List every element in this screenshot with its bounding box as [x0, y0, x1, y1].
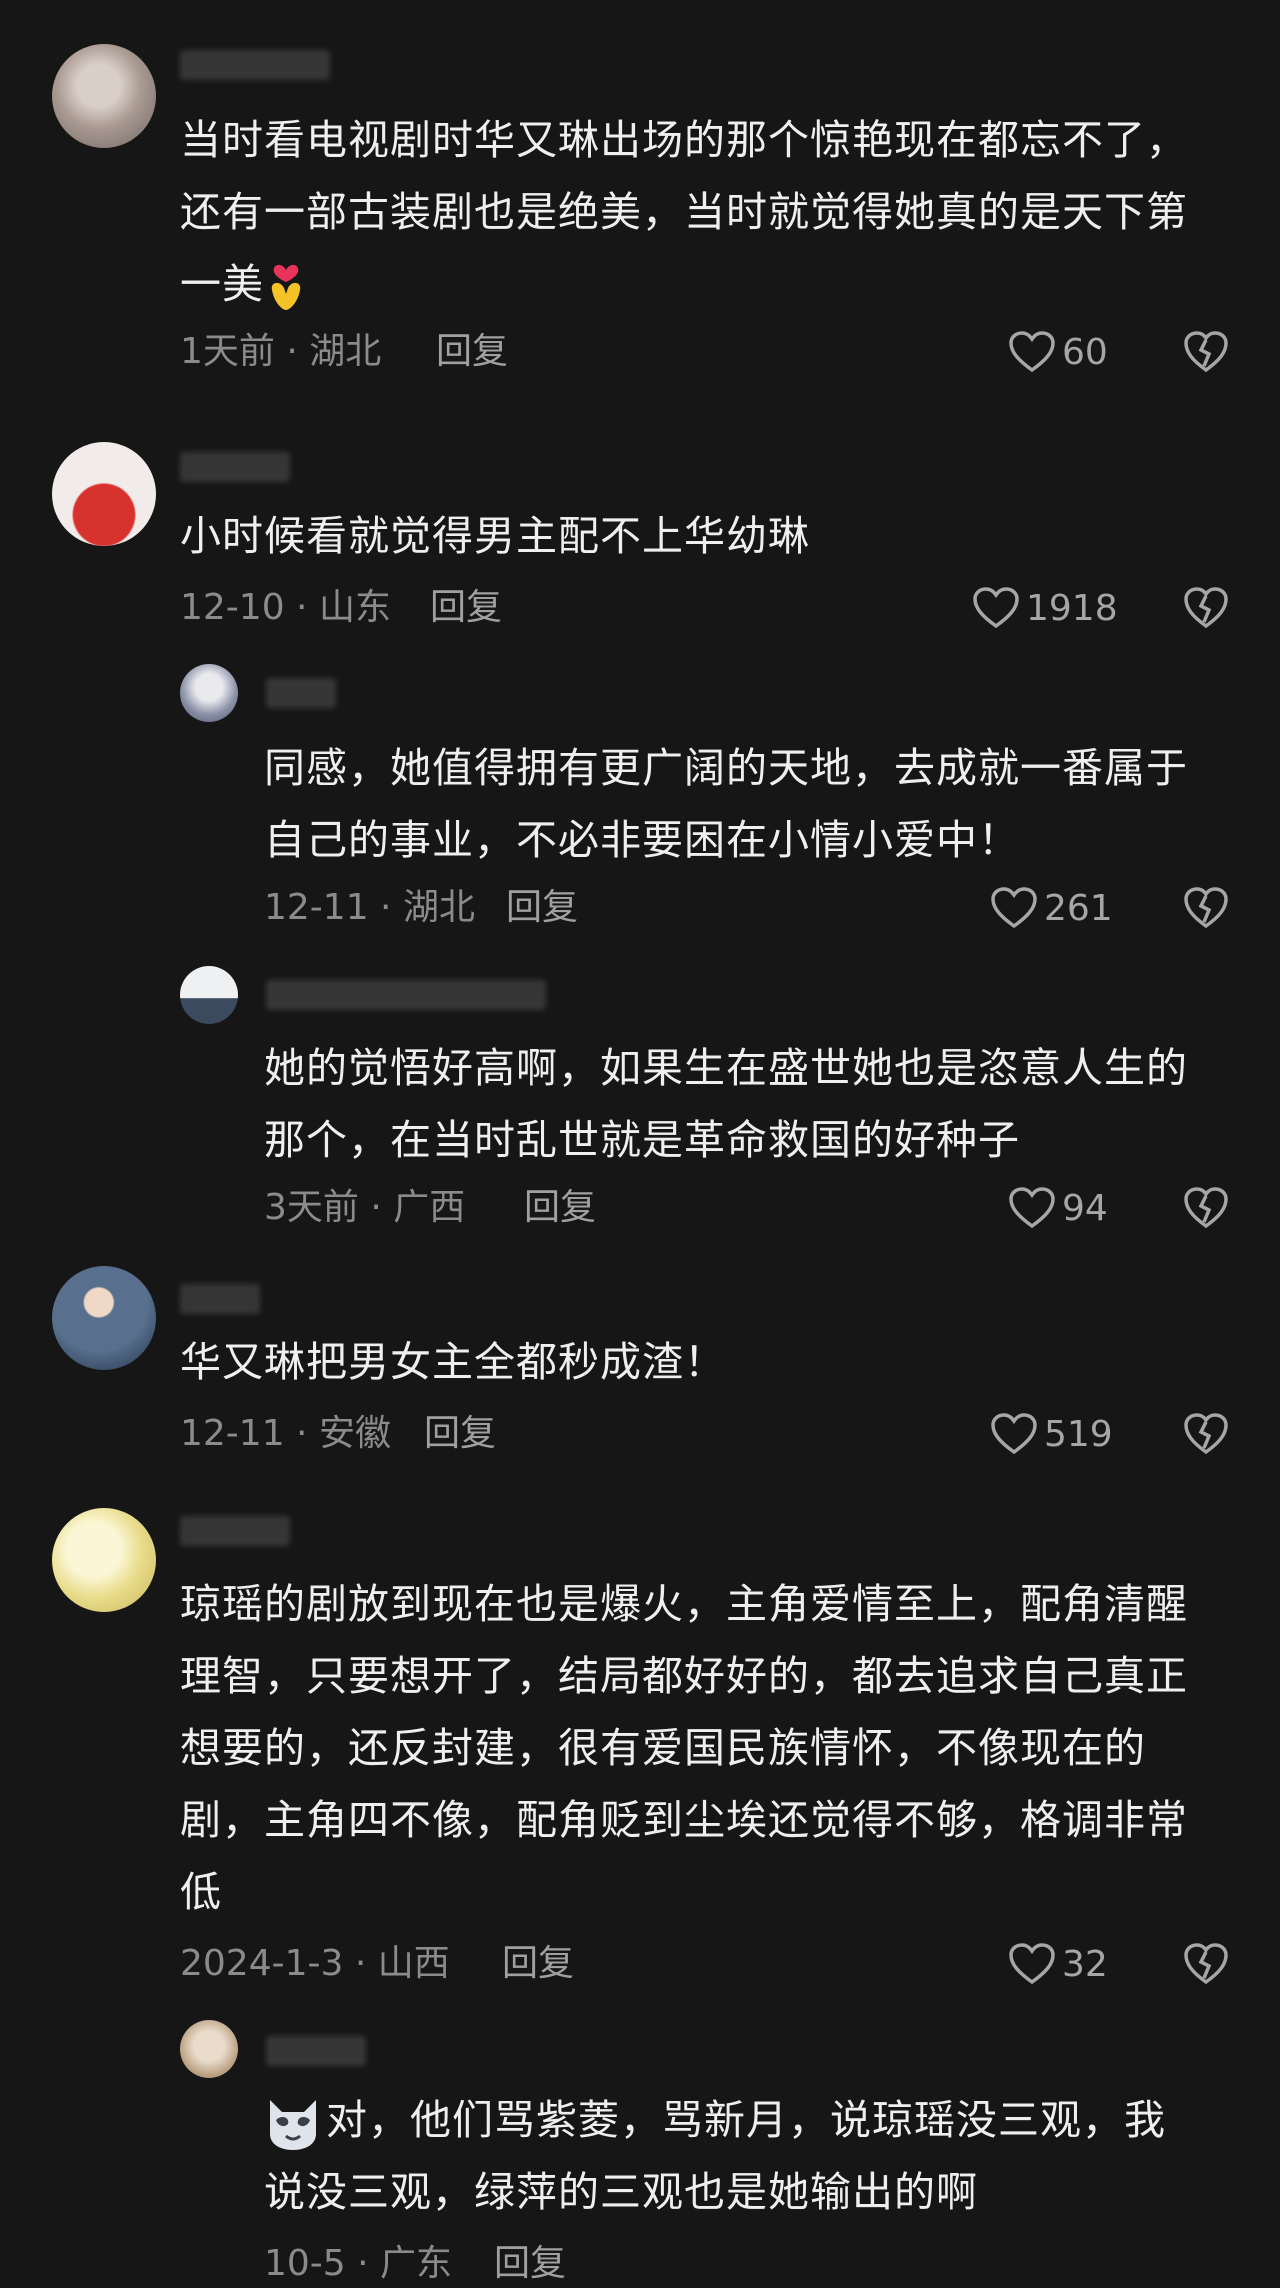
heart-icon: [1009, 331, 1055, 373]
avatar[interactable]: [180, 966, 238, 1024]
heart-icon: [1009, 1187, 1055, 1229]
dislike-icon[interactable]: [1182, 1940, 1230, 1988]
comment-text: 同感，她值得拥有更广阔的天地，去成就一番属于 自己的事业，不必非要困在小情小爱中…: [264, 744, 1188, 864]
comment-text: 当时看电视剧时华又琳出场的那个惊艳现在都忘不了， 还有一部古装剧也是绝美，当时就…: [180, 104, 1188, 320]
username[interactable]: [266, 2036, 366, 2066]
like-count: 1918: [1026, 587, 1118, 629]
dislike-icon[interactable]: [1182, 1184, 1230, 1232]
heart-icon: [991, 1413, 1037, 1455]
dislike-icon[interactable]: [1182, 328, 1230, 376]
username[interactable]: [180, 1284, 260, 1314]
username[interactable]: [266, 980, 546, 1010]
username[interactable]: [180, 1516, 290, 1546]
reply-button[interactable]: 回复: [436, 328, 508, 376]
comment-text: 她的觉悟好高啊，如果生在盛世她也是恣意人生的 那个，在当时乱世就是革命救国的好种…: [264, 1044, 1188, 1164]
comment-text: 对，他们骂紫菱，骂新月，说琼瑶没三观，我 说没三观，绿萍的三观也是她输出的啊: [264, 2096, 1166, 2216]
heart-icon: [1009, 1943, 1055, 1985]
avatar[interactable]: [52, 1266, 156, 1370]
reply-button[interactable]: 回复: [424, 1410, 496, 1458]
cat-emoji-icon: [270, 2100, 316, 2150]
heart-icon: [973, 587, 1019, 629]
avatar[interactable]: [180, 664, 238, 722]
avatar[interactable]: [52, 1508, 156, 1612]
reply-button[interactable]: 回复: [506, 884, 578, 932]
dislike-icon[interactable]: [1182, 1410, 1230, 1458]
username[interactable]: [180, 452, 290, 482]
reply-button[interactable]: 回复: [524, 1184, 596, 1232]
like-button[interactable]: 519: [990, 1408, 1113, 1460]
like-count: 519: [1044, 1413, 1113, 1455]
like-button[interactable]: 261: [990, 882, 1113, 934]
like-button[interactable]: 1918: [972, 582, 1118, 634]
reply-button[interactable]: 回复: [430, 584, 502, 632]
comment-meta: 2024-1-3 · 山西: [180, 1943, 450, 1984]
heart-icon: [991, 887, 1037, 929]
comment-text: 小时候看就觉得男主配不上华幼琳: [180, 512, 810, 560]
like-count: 60: [1062, 331, 1108, 373]
username[interactable]: [180, 50, 330, 80]
comment-meta: 10-5 · 广东: [264, 2243, 453, 2284]
avatar[interactable]: [180, 2020, 238, 2078]
dislike-icon[interactable]: [1182, 584, 1230, 632]
like-count: 261: [1044, 887, 1113, 929]
comment-meta: 3天前 · 广西: [264, 1187, 466, 1228]
comment-meta: 12-11 · 安徽: [180, 1413, 391, 1454]
dislike-icon[interactable]: [1182, 884, 1230, 932]
username[interactable]: [266, 678, 336, 708]
avatar[interactable]: [52, 44, 156, 148]
comment-meta: 12-11 · 湖北: [264, 887, 475, 928]
comment-text: 华又琳把男女主全都秒成渣！: [180, 1338, 726, 1386]
like-button[interactable]: 94: [1008, 1182, 1108, 1234]
like-button[interactable]: 60: [1008, 326, 1108, 378]
avatar[interactable]: [52, 442, 156, 546]
reply-button[interactable]: 回复: [502, 1940, 574, 1988]
reply-button[interactable]: 回复: [494, 2240, 566, 2288]
comment-meta: 1天前 · 湖北: [180, 331, 382, 372]
like-count: 32: [1062, 1943, 1108, 1985]
comment-text: 琼瑶的剧放到现在也是爆火，主角爱情至上，配角清醒 理智，只要想开了，结局都好好的…: [180, 1580, 1188, 1916]
like-count: 94: [1062, 1187, 1108, 1229]
comment-meta: 12-10 · 山东: [180, 587, 391, 628]
comment-list: 当时看电视剧时华又琳出场的那个惊艳现在都忘不了， 还有一部古装剧也是绝美，当时就…: [0, 0, 1280, 2288]
heart-hands-emoji-icon: [271, 264, 301, 310]
like-button[interactable]: 32: [1008, 1938, 1108, 1990]
